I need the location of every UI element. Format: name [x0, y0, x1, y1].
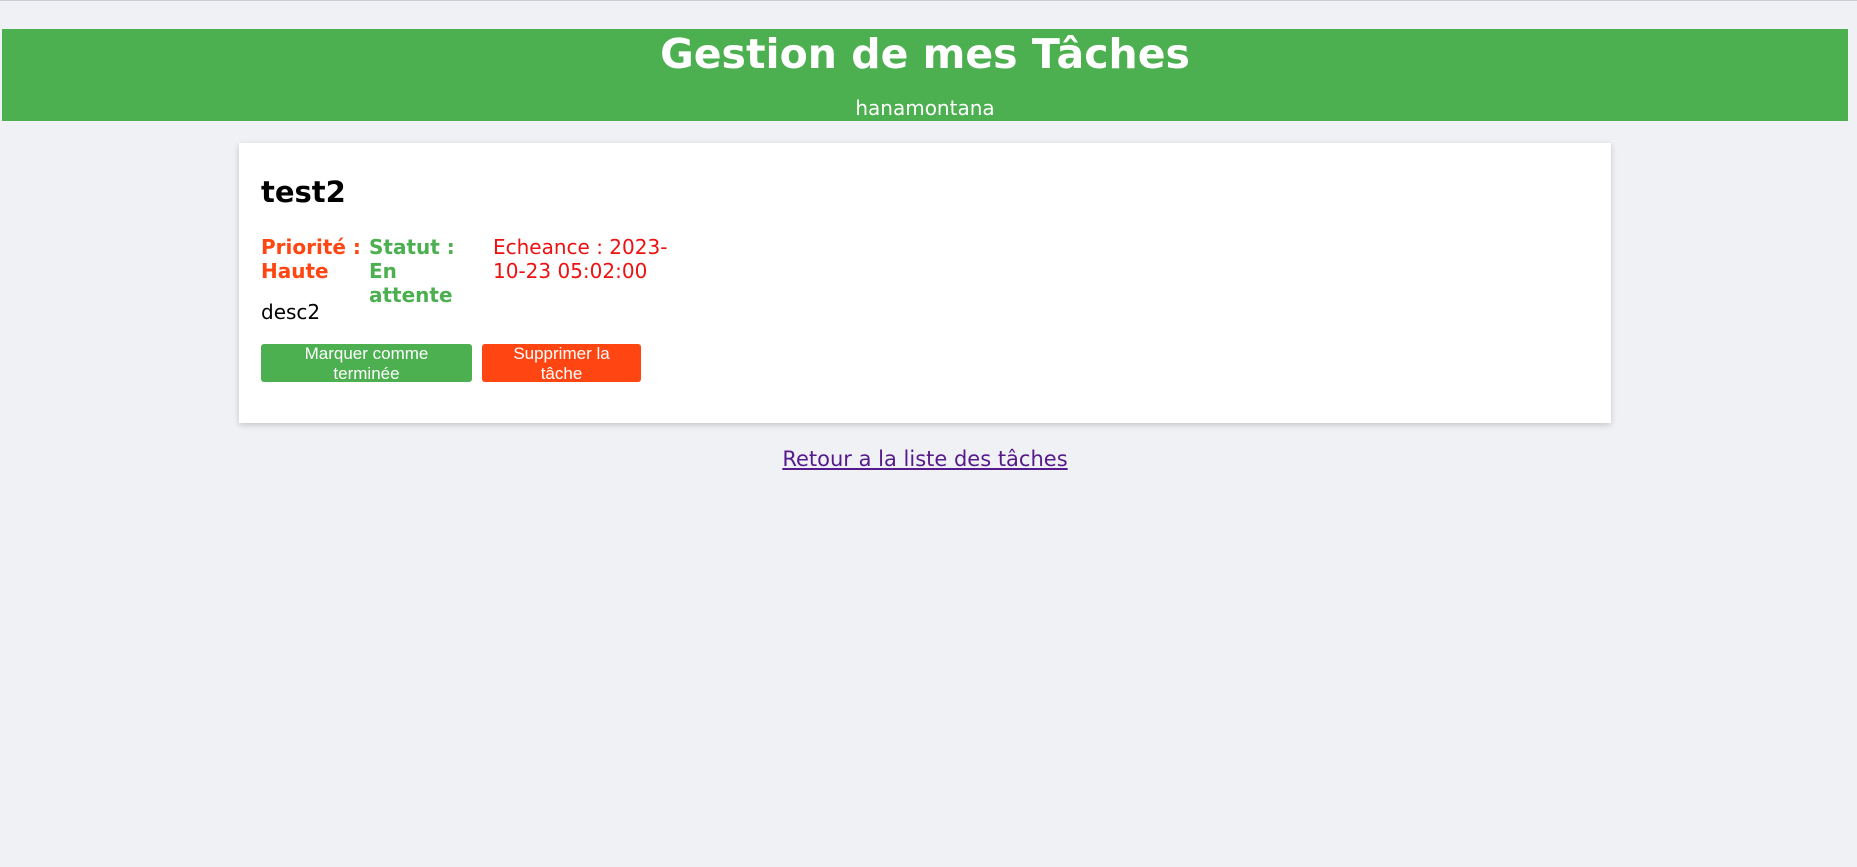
- back-to-list-link[interactable]: Retour a la liste des tâches: [782, 447, 1067, 471]
- task-title: test2: [261, 175, 346, 209]
- top-divider: [0, 0, 1857, 1]
- page-header: Gestion de mes Tâches hanamontana: [2, 29, 1848, 121]
- mark-done-button[interactable]: Marquer comme terminée: [261, 344, 472, 383]
- task-description: desc2: [261, 300, 321, 324]
- username-label: hanamontana: [855, 96, 995, 120]
- task-actions: Marquer comme terminée Supprimer la tâch…: [261, 344, 641, 383]
- priority-label: Priorité : Haute: [261, 235, 361, 283]
- task-meta: Priorité : Haute Statut : En attente Ech…: [261, 235, 683, 307]
- status-label: Statut : En attente: [369, 235, 455, 307]
- page-title: Gestion de mes Tâches: [660, 30, 1190, 78]
- task-card: test2 Priorité : Haute Statut : En atten…: [239, 143, 1611, 423]
- back-link-container: Retour a la liste des tâches: [0, 446, 1850, 472]
- deadline-label: Echeance : 2023-10-23 05:02:00: [493, 235, 668, 283]
- delete-task-button[interactable]: Supprimer la tâche: [482, 344, 641, 383]
